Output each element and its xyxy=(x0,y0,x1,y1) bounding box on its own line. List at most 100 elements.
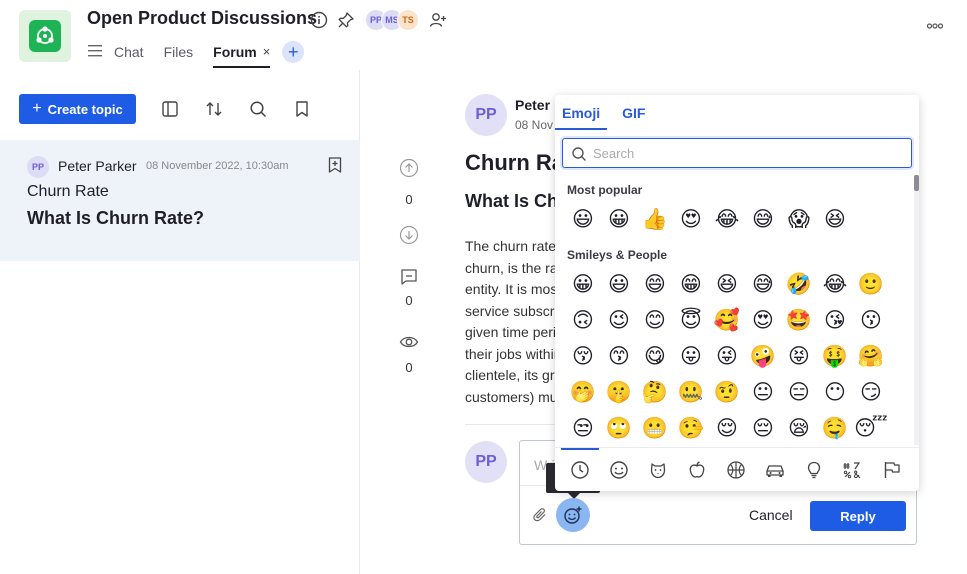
more-options-icon[interactable] xyxy=(926,16,944,32)
emoji-option[interactable]: 😄 xyxy=(637,266,673,302)
emoji-picker: Emoji GIF Most popular Smileys & People … xyxy=(555,95,919,491)
emoji-option[interactable]: 😘 xyxy=(817,302,853,338)
emoji-option[interactable]: 😴 xyxy=(853,410,889,443)
app-logo xyxy=(19,10,71,62)
emoji-option[interactable]: 😶 xyxy=(817,374,853,410)
info-icon[interactable] xyxy=(309,10,329,30)
add-bookmark-icon[interactable] xyxy=(326,156,344,174)
emoji-option[interactable]: 😅 xyxy=(745,266,781,302)
recent-icon[interactable] xyxy=(569,459,591,481)
menu-icon[interactable] xyxy=(88,40,104,68)
tab-forum[interactable]: Forum × xyxy=(213,40,271,68)
emoji-option[interactable]: 😚 xyxy=(565,338,601,374)
emoji-option[interactable]: 😍 xyxy=(745,302,781,338)
emoji-row: 😀 😃 😄 😁 😆 😅 🤣 😂 🙂 xyxy=(565,266,889,302)
emoji-search-input[interactable] xyxy=(593,143,893,163)
food-icon[interactable] xyxy=(686,459,708,481)
bookmarks-icon[interactable] xyxy=(292,99,312,119)
emoji-option[interactable]: 😆 xyxy=(817,201,853,237)
tab-emoji[interactable]: Emoji xyxy=(555,95,608,130)
create-topic-button[interactable]: + Create topic xyxy=(19,94,136,124)
emoji-option[interactable]: 😇 xyxy=(673,302,709,338)
emoji-option[interactable]: 🤐 xyxy=(673,374,709,410)
emoji-option[interactable]: 😔 xyxy=(745,410,781,443)
emoji-option[interactable]: 🤣 xyxy=(781,266,817,302)
pin-icon[interactable] xyxy=(336,10,356,30)
emoji-option[interactable]: 🤫 xyxy=(601,374,637,410)
sort-icon[interactable] xyxy=(204,99,224,119)
emoji-option[interactable]: 😑 xyxy=(781,374,817,410)
emoji-row: 😒 🙄 😬 🤥 😌 😔 😪 🤤 😴 xyxy=(565,410,889,443)
emoji-option[interactable]: 😊 xyxy=(637,302,673,338)
emoji-option[interactable]: 🥰 xyxy=(709,302,745,338)
symbols-icon[interactable] xyxy=(842,459,864,481)
topic-list-item[interactable]: PP Peter Parker 08 November 2022, 10:30a… xyxy=(0,140,360,261)
upvote-icon[interactable] xyxy=(391,158,427,180)
emoji-option[interactable]: 🤗 xyxy=(853,338,889,374)
emoji-option[interactable]: 😂 xyxy=(709,201,745,237)
emoji-option[interactable]: 😃 xyxy=(565,201,601,237)
objects-icon[interactable] xyxy=(803,459,825,481)
emoji-option[interactable]: 🤭 xyxy=(565,374,601,410)
emoji-option[interactable]: 🤑 xyxy=(817,338,853,374)
emoji-option[interactable]: 😌 xyxy=(709,410,745,443)
emoji-option[interactable]: 🤔 xyxy=(637,374,673,410)
emoji-option[interactable]: 😒 xyxy=(565,410,601,443)
tab-chat[interactable]: Chat xyxy=(114,40,144,68)
emoji-option[interactable]: 😝 xyxy=(781,338,817,374)
topic-title: Churn Rate xyxy=(27,183,109,200)
flags-icon[interactable] xyxy=(881,459,903,481)
emoji-option[interactable]: 😂 xyxy=(817,266,853,302)
emoji-option[interactable]: 😬 xyxy=(637,410,673,443)
tab-files[interactable]: Files xyxy=(164,40,194,68)
emoji-option[interactable]: 🤨 xyxy=(709,374,745,410)
post-stats: 0 0 0 xyxy=(391,158,427,375)
emoji-option[interactable]: 😪 xyxy=(781,410,817,443)
member-avatars[interactable]: PP MS TS xyxy=(365,9,419,31)
reply-button[interactable]: Reply xyxy=(810,501,906,531)
post-author: Peter xyxy=(515,97,551,113)
add-tab-button[interactable]: + xyxy=(282,41,305,63)
emoji-search-field xyxy=(562,138,912,168)
emoji-option[interactable]: 😐 xyxy=(745,374,781,410)
emoji-option[interactable]: 🤪 xyxy=(745,338,781,374)
emoji-option[interactable]: 😆 xyxy=(709,266,745,302)
comment-icon[interactable] xyxy=(391,267,427,289)
emoji-option[interactable]: 😜 xyxy=(709,338,745,374)
close-tab-icon[interactable]: × xyxy=(263,44,271,66)
emoji-option[interactable]: 😃 xyxy=(601,266,637,302)
emoji-option[interactable]: 🙄 xyxy=(601,410,637,443)
emoji-option[interactable]: 😅 xyxy=(745,201,781,237)
emoji-option[interactable]: 😗 xyxy=(853,302,889,338)
emoji-option[interactable]: 😀 xyxy=(601,201,637,237)
emoji-option[interactable]: 🤤 xyxy=(817,410,853,443)
attachment-icon[interactable] xyxy=(532,507,548,523)
emoji-option[interactable]: 😋 xyxy=(637,338,673,374)
scroll-thumb[interactable] xyxy=(914,175,919,191)
emoji-option[interactable]: 🤩 xyxy=(781,302,817,338)
cancel-button[interactable]: Cancel xyxy=(749,507,793,523)
activity-icon[interactable] xyxy=(725,459,747,481)
search-icon[interactable] xyxy=(248,99,268,119)
emoji-option[interactable]: 🙂 xyxy=(853,266,889,302)
emoji-scrollbar[interactable] xyxy=(914,175,919,445)
tab-gif[interactable]: GIF xyxy=(615,95,652,130)
emoji-option[interactable]: 😛 xyxy=(673,338,709,374)
panel-toggle-icon[interactable] xyxy=(160,99,180,119)
animals-icon[interactable] xyxy=(647,459,669,481)
emoji-option[interactable]: 😱 xyxy=(781,201,817,237)
add-member-icon[interactable] xyxy=(428,10,448,30)
emoji-option[interactable]: 😙 xyxy=(601,338,637,374)
emoji-option[interactable]: 😀 xyxy=(565,266,601,302)
emoji-button[interactable] xyxy=(556,498,590,532)
emoji-option[interactable]: 🤥 xyxy=(673,410,709,443)
downvote-icon[interactable] xyxy=(391,225,427,247)
emoji-option[interactable]: 😍 xyxy=(673,201,709,237)
emoji-option[interactable]: 😏 xyxy=(853,374,889,410)
emoji-option[interactable]: 🙃 xyxy=(565,302,601,338)
emoji-option[interactable]: 😁 xyxy=(673,266,709,302)
travel-icon[interactable] xyxy=(764,459,786,481)
emoji-option[interactable]: 👍 xyxy=(637,201,673,237)
emoji-option[interactable]: 😉 xyxy=(601,302,637,338)
smileys-icon[interactable] xyxy=(608,459,630,481)
